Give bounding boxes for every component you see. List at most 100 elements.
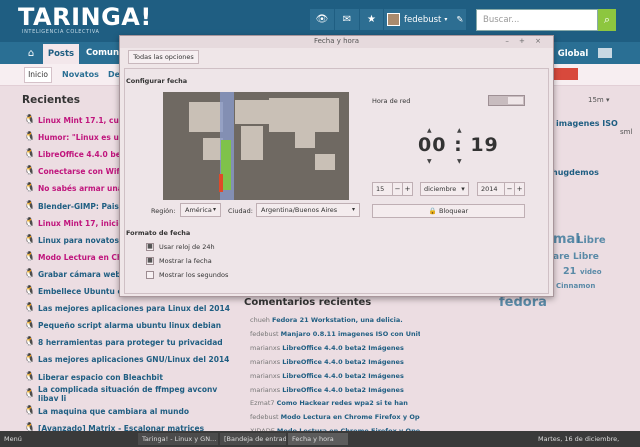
post-title[interactable]: Linux Mint 17.1, cuido (38, 116, 132, 125)
post-title[interactable]: 8 herramientas para proteger tu privacid… (38, 338, 223, 347)
checkbox-icon[interactable]: ■ (146, 243, 154, 251)
checkbox-icon[interactable]: ■ (146, 257, 154, 265)
post-list-item[interactable]: 🐧 La maquina que cambiara al mundo (24, 403, 234, 420)
menu-button[interactable]: Menú (4, 433, 22, 445)
taskbar-item-datetime[interactable]: Fecha y hora (288, 433, 348, 445)
checkbox-icon[interactable] (146, 271, 154, 279)
home-icon[interactable]: ⌂ (20, 42, 42, 64)
post-list-item[interactable]: 🐧 Pequeño script alarma ubuntu linux debi… (24, 317, 234, 334)
comment-post-link[interactable]: Fedora 21 Workstation, una delicia. (272, 316, 403, 324)
taskbar-item-taringa[interactable]: Taringa! - Linux y GN... (138, 433, 218, 445)
post-title[interactable]: Linux para novatos: 1 (38, 236, 130, 245)
comment-item[interactable]: fedebust Manjaro 0.8.11 imagenes ISO con… (250, 327, 420, 342)
taskbar-item-mail[interactable]: [Bandeja de entrada ... (220, 433, 286, 445)
site-logo[interactable]: TARINGA! (18, 3, 152, 31)
comment-user[interactable]: chueh (250, 316, 270, 324)
network-time-toggle[interactable] (488, 95, 525, 106)
eye-icon[interactable]: 👁 (310, 9, 334, 30)
comment-user[interactable]: Ezmat7 (250, 399, 275, 407)
tag-link[interactable]: Libre (573, 252, 599, 262)
comment-user[interactable]: marianxs (250, 386, 280, 394)
tag-link[interactable]: video (580, 268, 602, 276)
comment-post-link[interactable]: Como Hackear redes wpa2 si te han (277, 399, 408, 407)
hour-down-icon[interactable]: ▼ (427, 158, 432, 165)
comment-user[interactable]: marianxs (250, 344, 280, 352)
post-list-item[interactable]: 🐧 8 herramientas para proteger tu privaci… (24, 334, 234, 351)
post-title[interactable]: Modo Lectura en Chro (38, 253, 131, 262)
minute-up-icon[interactable]: ▲ (457, 127, 462, 134)
comment-item[interactable]: marianxs LibreOffice 4.4.0 beta2 Imágene… (250, 383, 420, 398)
post-list-item[interactable]: 🐧 Las mejores aplicaciones GNU/Linux del … (24, 351, 234, 368)
mail-icon[interactable]: ✉ (335, 9, 359, 30)
tab-posts[interactable]: Posts (43, 44, 79, 64)
comment-user[interactable]: marianxs (250, 358, 280, 366)
comment-user[interactable]: fedebust (250, 330, 279, 338)
tag-link[interactable]: fedora (499, 295, 547, 310)
comment-item[interactable]: Ezmat7 Como Hackear redes wpa2 si te han (250, 396, 420, 411)
post-list-item[interactable]: 🐧 Las mejores aplicaciones para Linux del… (24, 300, 234, 317)
tag-link[interactable]: Libre (577, 235, 606, 246)
post-title[interactable]: La complicada situación de ffmpeg avconv… (38, 385, 234, 403)
post-title[interactable]: Conectarse con Wifi s (38, 167, 129, 176)
tab-comunidades[interactable]: Comuni (86, 42, 122, 64)
tag-link[interactable]: 21 (563, 266, 576, 277)
right-link-hugdemos[interactable]: hugdemos (552, 168, 599, 177)
year-spinner[interactable]: 2014 − + (477, 182, 525, 196)
region-select[interactable]: América ▾ (180, 203, 221, 217)
comment-post-link[interactable]: LibreOffice 4.4.0 beta2 Imágenes (282, 344, 404, 352)
subtab-novatos[interactable]: Novatos (62, 68, 99, 82)
post-title[interactable]: Pequeño script alarma ubuntu linux debia… (38, 321, 221, 330)
timezone-map[interactable] (163, 92, 349, 200)
post-title[interactable]: Grabar cámara web d (38, 270, 129, 279)
comment-post-link[interactable]: Manjaro 0.8.11 imagenes ISO con Unity y (281, 330, 420, 338)
right-link-sml[interactable]: sml (620, 128, 632, 136)
lock-button[interactable]: 🔒 Bloquear (372, 204, 525, 218)
post-title[interactable]: Embellece Ubuntu co (38, 287, 127, 296)
taskbar-clock[interactable]: Martes, 16 de diciembre, 00:19 (538, 433, 640, 447)
post-title[interactable]: Linux Mint 17, inicio d (38, 219, 132, 228)
flag-icon[interactable] (598, 48, 612, 58)
post-title[interactable]: La maquina que cambiara al mundo (38, 407, 189, 416)
comment-item[interactable]: chueh Fedora 21 Workstation, una delicia… (250, 313, 420, 328)
post-title[interactable]: Las mejores aplicaciones GNU/Linux del 2… (38, 355, 229, 364)
post-title[interactable]: Las mejores aplicaciones para Linux del … (38, 304, 230, 313)
month-select[interactable]: diciembre ▾ (420, 182, 469, 196)
star-icon[interactable]: ★ (360, 9, 383, 30)
subtab-inicio[interactable]: Inicio (24, 67, 52, 83)
tag-link[interactable]: Cinnamon (556, 282, 595, 290)
comment-item[interactable]: marianxs LibreOffice 4.4.0 beta2 Imágene… (250, 355, 420, 370)
tag-link[interactable]: are (553, 252, 570, 262)
comment-post-link[interactable]: LibreOffice 4.4.0 beta2 Imágenes (282, 358, 404, 366)
hour-up-icon[interactable]: ▲ (427, 127, 432, 134)
comment-user[interactable]: marianxs (250, 372, 280, 380)
comment-item[interactable]: marianxs LibreOffice 4.4.0 beta2 Imágene… (250, 341, 420, 356)
comment-post-link[interactable]: Modo Lectura en Chrome Firefox y Opera (281, 413, 420, 421)
edit-icon[interactable]: ✎ (456, 15, 463, 25)
post-title[interactable]: Humor: "Linux es un l (38, 133, 129, 142)
comment-item[interactable]: marianxs LibreOffice 4.4.0 beta2 Imágene… (250, 369, 420, 384)
checkbox-show-date[interactable]: ■ Mostrar la fecha (146, 255, 296, 267)
city-select[interactable]: Argentina/Buenos Aires ▾ (256, 203, 360, 217)
tab-global[interactable]: Global (556, 44, 590, 64)
search-icon[interactable]: ⌕ (598, 9, 616, 31)
post-list-item[interactable]: 🐧 Liberar espacio con Bleachbit (24, 369, 234, 386)
plus-icon[interactable]: + (402, 183, 412, 195)
comment-item[interactable]: fedebust Modo Lectura en Chrome Firefox … (250, 410, 420, 425)
checkbox-24h[interactable]: ■ Usar reloj de 24h (146, 241, 296, 253)
window-controls[interactable]: – + × (505, 37, 545, 45)
comment-post-link[interactable]: LibreOffice 4.4.0 beta2 Imágenes (282, 386, 404, 394)
all-options-button[interactable]: Todas las opciones (128, 50, 199, 64)
period-select[interactable]: 15m ▾ (588, 96, 609, 104)
post-title[interactable]: Blender-GIMP: Paisaje (38, 202, 132, 211)
right-link-imagenes[interactable]: imagenes ISO (556, 119, 618, 128)
tag-link[interactable]: mal (553, 232, 580, 247)
minus-icon[interactable]: − (504, 183, 514, 195)
minus-icon[interactable]: − (392, 183, 402, 195)
minute-down-icon[interactable]: ▼ (457, 158, 462, 165)
comment-user[interactable]: fedebust (250, 413, 279, 421)
post-list-item[interactable]: 🐧 La complicada situación de ffmpeg avcon… (24, 385, 234, 403)
checkbox-show-seconds[interactable]: Mostrar los segundos (146, 269, 296, 281)
day-spinner[interactable]: 15 − + (372, 182, 413, 196)
plus-icon[interactable]: + (514, 183, 524, 195)
post-title[interactable]: Liberar espacio con Bleachbit (38, 373, 163, 382)
